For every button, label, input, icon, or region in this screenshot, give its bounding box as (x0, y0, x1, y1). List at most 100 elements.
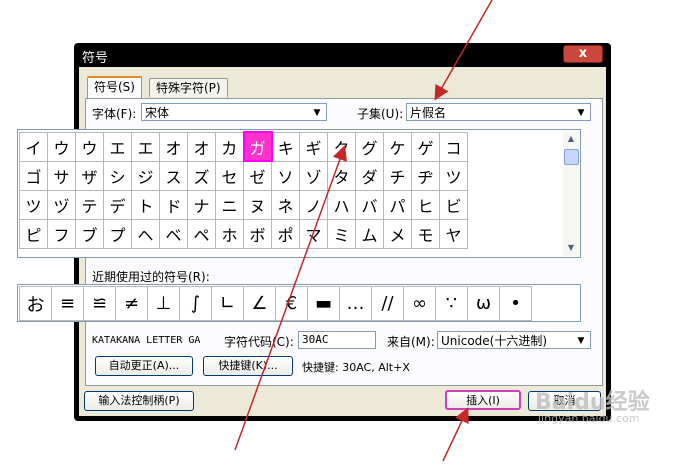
char-cell[interactable]: ヌ (243, 189, 272, 220)
char-cell[interactable]: フ (47, 218, 76, 249)
subset-select[interactable]: 片假名 ▼ (406, 103, 591, 121)
char-cell[interactable]: デ (103, 189, 132, 220)
close-button[interactable]: x (563, 45, 603, 63)
char-cell[interactable]: チ (383, 160, 412, 191)
recent-symbol-cell[interactable]: ∠ (243, 286, 276, 321)
char-cell[interactable]: ハ (327, 189, 356, 220)
char-cell[interactable]: ク (327, 131, 356, 162)
char-cell[interactable]: ガ (242, 131, 273, 162)
scroll-thumb[interactable] (564, 149, 579, 165)
autocorrect-button[interactable]: 自动更正(A)... (95, 356, 193, 376)
char-cell[interactable]: オ (159, 131, 188, 162)
char-cell[interactable]: ニ (215, 189, 244, 220)
char-cell[interactable]: ウ (47, 131, 76, 162)
character-grid: イウウエエオオカガキギクグケゲコゴサザシジスズセゼソゾタダチヂツツヅテデトドナニ… (17, 129, 581, 258)
char-cell[interactable]: ト (131, 189, 160, 220)
char-cell[interactable]: ヅ (47, 189, 76, 220)
char-cell[interactable]: カ (215, 131, 244, 162)
char-cell[interactable]: ホ (215, 218, 244, 249)
recent-symbol-cell[interactable]: ∟ (211, 286, 244, 321)
recent-symbol-cell[interactable]: € (275, 286, 308, 321)
char-cell[interactable]: ウ (75, 131, 104, 162)
char-cell[interactable]: モ (411, 218, 440, 249)
char-cell[interactable]: イ (19, 131, 48, 162)
char-cell[interactable]: パ (383, 189, 412, 220)
char-cell[interactable]: ゴ (19, 160, 48, 191)
scroll-up-icon[interactable]: ▲ (563, 131, 579, 147)
recent-symbol-cell[interactable]: ▬ (307, 286, 340, 321)
char-cell[interactable]: ノ (299, 189, 328, 220)
scroll-down-icon[interactable]: ▼ (563, 240, 579, 256)
char-code-input[interactable]: 30AC (298, 331, 376, 349)
char-cell[interactable]: プ (103, 218, 132, 249)
insert-button[interactable]: 插入(I) (445, 390, 521, 410)
recent-symbol-cell[interactable]: • (499, 286, 532, 321)
char-cell[interactable]: ボ (243, 218, 272, 249)
char-cell[interactable]: ビ (439, 189, 468, 220)
char-cell[interactable]: グ (355, 131, 384, 162)
tab-special-characters[interactable]: 特殊字符(P) (149, 78, 228, 97)
char-cell[interactable]: ソ (271, 160, 300, 191)
font-select[interactable]: 宋体 ▼ (141, 103, 327, 121)
char-cell[interactable]: ポ (271, 218, 300, 249)
recent-symbol-cell[interactable]: ≠ (115, 286, 148, 321)
from-select[interactable]: Unicode(十六进制) ▼ (437, 331, 591, 349)
char-cell[interactable]: セ (215, 160, 244, 191)
char-cell[interactable]: ツ (439, 160, 468, 191)
char-cell[interactable]: キ (271, 131, 300, 162)
grid-row: ゴサザシジスズセゼソゾタダチヂツ (19, 160, 468, 191)
char-cell[interactable]: サ (47, 160, 76, 191)
recent-symbol-cell[interactable]: ∫ (179, 286, 212, 321)
char-cell[interactable]: ナ (187, 189, 216, 220)
ime-pad-button[interactable]: 输入法控制柄(P) (84, 391, 194, 411)
recent-symbol-cell[interactable]: … (339, 286, 372, 321)
char-cell[interactable]: ム (355, 218, 384, 249)
title-bar[interactable]: 符号 x (74, 43, 611, 67)
char-cell[interactable]: マ (299, 218, 328, 249)
tab-symbols[interactable]: 符号(S) (87, 76, 142, 98)
char-cell[interactable]: ス (159, 160, 188, 191)
char-cell[interactable]: ブ (75, 218, 104, 249)
char-cell[interactable]: バ (355, 189, 384, 220)
recent-symbol-cell[interactable]: ∞ (403, 286, 436, 321)
char-cell[interactable]: ゼ (243, 160, 272, 191)
char-cell[interactable]: メ (383, 218, 412, 249)
subset-label: 子集(U): (357, 107, 404, 121)
recent-symbol-cell[interactable]: // (371, 286, 404, 321)
char-cell[interactable]: ヂ (411, 160, 440, 191)
char-cell[interactable]: エ (103, 131, 132, 162)
chevron-down-icon: ▼ (313, 108, 321, 118)
char-cell[interactable]: ジ (131, 160, 160, 191)
char-cell[interactable]: ゾ (299, 160, 328, 191)
char-cell[interactable]: ギ (299, 131, 328, 162)
recent-symbol-cell[interactable]: ⊥ (147, 286, 180, 321)
char-cell[interactable]: ベ (159, 218, 188, 249)
char-cell[interactable]: ミ (327, 218, 356, 249)
recent-symbol-cell[interactable]: ≡ (51, 286, 84, 321)
char-cell[interactable]: ズ (187, 160, 216, 191)
char-cell[interactable]: ツ (19, 189, 48, 220)
char-cell[interactable]: ダ (355, 160, 384, 191)
char-cell[interactable]: ド (159, 189, 188, 220)
char-cell[interactable]: タ (327, 160, 356, 191)
char-cell[interactable]: ヤ (439, 218, 468, 249)
char-cell[interactable]: テ (75, 189, 104, 220)
char-cell[interactable]: ケ (383, 131, 412, 162)
recent-symbol-cell[interactable]: ≌ (83, 286, 116, 321)
char-cell[interactable]: ペ (187, 218, 216, 249)
char-cell[interactable]: ピ (19, 218, 48, 249)
char-cell[interactable]: ゲ (411, 131, 440, 162)
grid-scrollbar[interactable]: ▲ ▼ (563, 131, 579, 256)
char-cell[interactable]: コ (439, 131, 468, 162)
char-cell[interactable]: ヒ (411, 189, 440, 220)
char-cell[interactable]: オ (187, 131, 216, 162)
recent-symbol-cell[interactable]: ∵ (435, 286, 468, 321)
char-cell[interactable]: ヘ (131, 218, 160, 249)
char-cell[interactable]: ザ (75, 160, 104, 191)
recent-symbol-cell[interactable]: ω (467, 286, 500, 321)
char-cell[interactable]: エ (131, 131, 160, 162)
recent-symbol-cell[interactable]: お (19, 286, 52, 321)
char-cell[interactable]: ネ (271, 189, 300, 220)
shortcut-key-button[interactable]: 快捷键(K)... (203, 356, 293, 376)
char-cell[interactable]: シ (103, 160, 132, 191)
